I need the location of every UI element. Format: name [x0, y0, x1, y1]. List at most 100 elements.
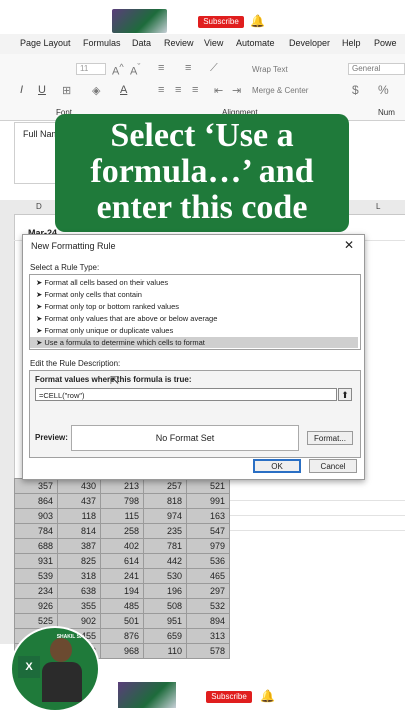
cancel-button[interactable]: Cancel — [309, 459, 357, 473]
table-cell[interactable]: 781 — [143, 538, 187, 554]
table-cell[interactable]: 979 — [186, 538, 230, 554]
table-cell[interactable]: 688 — [14, 538, 58, 554]
tab-review[interactable]: Review — [164, 38, 194, 48]
table-cell[interactable]: 115 — [100, 508, 144, 524]
table-cell[interactable]: 442 — [143, 553, 187, 569]
rule-type-item[interactable]: ➤ Format only values that are above or b… — [30, 313, 358, 324]
table-cell[interactable]: 355 — [57, 598, 101, 614]
table-cell[interactable]: 974 — [143, 508, 187, 524]
decrease-font-icon[interactable]: Aˇ — [130, 62, 140, 78]
rule-type-item[interactable]: ➤ Format all cells based on their values — [30, 277, 358, 288]
table-cell[interactable]: 521 — [186, 478, 230, 494]
table-cell[interactable]: 825 — [57, 553, 101, 569]
orientation-icon[interactable]: ⟋ — [210, 62, 218, 75]
table-cell[interactable]: 784 — [14, 523, 58, 539]
table-cell[interactable]: 814 — [57, 523, 101, 539]
table-cell[interactable]: 196 — [143, 583, 187, 599]
table-cell[interactable]: 818 — [143, 493, 187, 509]
merge-center-button[interactable]: Merge & Center — [252, 86, 308, 95]
align-right-icon[interactable]: ≡ — [192, 84, 198, 96]
percent-icon[interactable]: % — [378, 83, 389, 97]
table-cell[interactable]: 547 — [186, 523, 230, 539]
align-middle-icon[interactable]: ≡ — [185, 62, 191, 74]
wrap-text-button[interactable]: Wrap Text — [252, 65, 288, 74]
number-format-dropdown[interactable]: General — [348, 63, 405, 75]
table-cell[interactable]: 532 — [186, 598, 230, 614]
font-color-icon[interactable]: A — [120, 84, 127, 96]
column-d-header[interactable]: D — [36, 202, 42, 211]
rule-type-item-selected[interactable]: ➤ Use a formula to determine which cells… — [30, 337, 358, 348]
rule-type-item[interactable]: ➤ Format only top or bottom ranked value… — [30, 301, 358, 312]
table-cell[interactable]: 638 — [57, 583, 101, 599]
italic-icon[interactable]: I — [20, 84, 23, 96]
table-cell[interactable]: 501 — [100, 613, 144, 629]
bottom-bell-icon[interactable]: 🔔 — [260, 689, 275, 703]
channel-thumbnail[interactable] — [112, 9, 167, 33]
table-cell[interactable]: 258 — [100, 523, 144, 539]
formula-input[interactable]: =CELL("row") — [35, 388, 337, 401]
table-cell[interactable]: 163 — [186, 508, 230, 524]
tab-power[interactable]: Powe — [374, 38, 397, 48]
table-cell[interactable]: 539 — [14, 568, 58, 584]
align-center-icon[interactable]: ≡ — [175, 84, 181, 96]
table-cell[interactable]: 864 — [14, 493, 58, 509]
subscribe-button[interactable]: Subscribe — [198, 16, 244, 28]
table-cell[interactable]: 530 — [143, 568, 187, 584]
table-cell[interactable]: 313 — [186, 628, 230, 644]
table-cell[interactable]: 118 — [57, 508, 101, 524]
table-cell[interactable]: 951 — [143, 613, 187, 629]
table-cell[interactable]: 659 — [143, 628, 187, 644]
table-cell[interactable]: 903 — [14, 508, 58, 524]
table-cell[interactable]: 297 — [186, 583, 230, 599]
rule-type-list[interactable]: ➤ Format all cells based on their values… — [29, 274, 361, 350]
align-left-icon[interactable]: ≡ — [158, 84, 164, 96]
underline-icon[interactable]: U — [38, 84, 46, 96]
format-button[interactable]: Format... — [307, 431, 353, 445]
channel-avatar[interactable]: SHAKIL SATHI X — [10, 626, 100, 712]
table-cell[interactable]: 110 — [143, 643, 187, 659]
column-l-header[interactable]: L — [376, 202, 380, 211]
close-icon[interactable]: ✕ — [344, 238, 354, 252]
table-cell[interactable]: 798 — [100, 493, 144, 509]
table-cell[interactable]: 235 — [143, 523, 187, 539]
table-cell[interactable]: 991 — [186, 493, 230, 509]
currency-icon[interactable]: $ — [352, 83, 359, 97]
table-cell[interactable]: 402 — [100, 538, 144, 554]
tab-formulas[interactable]: Formulas — [83, 38, 121, 48]
table-cell[interactable]: 357 — [14, 478, 58, 494]
table-cell[interactable]: 213 — [100, 478, 144, 494]
tab-page-layout[interactable]: Page Layout — [20, 38, 71, 48]
table-cell[interactable]: 508 — [143, 598, 187, 614]
table-cell[interactable]: 234 — [14, 583, 58, 599]
table-cell[interactable]: 485 — [100, 598, 144, 614]
table-cell[interactable]: 465 — [186, 568, 230, 584]
bottom-subscribe-button[interactable]: Subscribe — [206, 691, 252, 703]
fill-color-icon[interactable]: ◈ — [92, 84, 100, 97]
increase-font-icon[interactable]: A^ — [112, 62, 124, 78]
table-cell[interactable]: 894 — [186, 613, 230, 629]
table-cell[interactable]: 430 — [57, 478, 101, 494]
table-cell[interactable]: 536 — [186, 553, 230, 569]
table-cell[interactable]: 257 — [143, 478, 187, 494]
table-cell[interactable]: 318 — [57, 568, 101, 584]
table-cell[interactable]: 578 — [186, 643, 230, 659]
bell-icon[interactable]: 🔔 — [250, 14, 265, 28]
tab-view[interactable]: View — [204, 38, 223, 48]
table-cell[interactable]: 968 — [100, 643, 144, 659]
table-cell[interactable]: 387 — [57, 538, 101, 554]
table-cell[interactable]: 241 — [100, 568, 144, 584]
indent-icon[interactable]: ⇤ — [214, 84, 223, 97]
table-cell[interactable]: 194 — [100, 583, 144, 599]
table-cell[interactable]: 926 — [14, 598, 58, 614]
borders-icon[interactable]: ⊞ — [62, 84, 71, 97]
tab-help[interactable]: Help — [342, 38, 361, 48]
outdent-icon[interactable]: ⇥ — [232, 84, 241, 97]
rule-type-item[interactable]: ➤ Format only cells that contain — [30, 289, 358, 300]
font-size-box[interactable]: 11 — [76, 63, 106, 75]
table-cell[interactable]: 876 — [100, 628, 144, 644]
collapse-dialog-icon[interactable]: ⬆ — [338, 388, 352, 401]
table-cell[interactable]: 931 — [14, 553, 58, 569]
tab-data[interactable]: Data — [132, 38, 151, 48]
bottom-channel-thumbnail[interactable] — [118, 682, 176, 708]
ok-button[interactable]: OK — [253, 459, 301, 473]
